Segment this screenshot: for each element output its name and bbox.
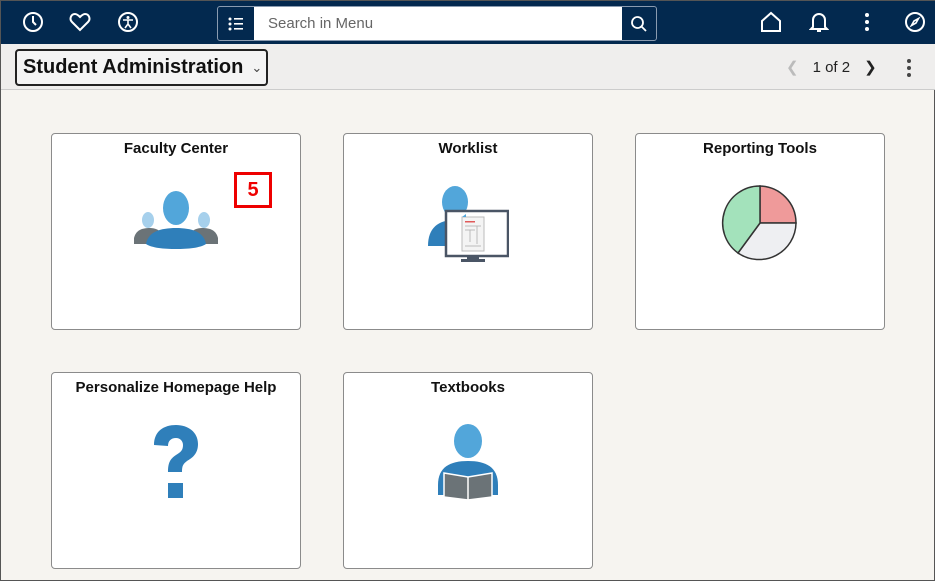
homepage-name: Student Administration <box>23 56 244 78</box>
actions-kebab-icon[interactable] <box>855 10 879 34</box>
navbar-compass-icon[interactable] <box>903 10 927 34</box>
worklist-computer-icon <box>428 186 509 262</box>
recent-places-clock-icon[interactable] <box>21 10 45 34</box>
tile-reporting-tools[interactable]: Reporting Tools <box>635 133 885 330</box>
search-icon <box>631 15 647 32</box>
navigator-menu-icon[interactable] <box>218 7 253 40</box>
homepage-header: Student Administration ⌄ ❮ 1 of 2 ❯ <box>1 44 935 90</box>
next-page-icon[interactable]: ❯ <box>864 58 877 76</box>
previous-page-icon[interactable]: ❮ <box>786 58 799 76</box>
top-navbar <box>1 1 935 44</box>
page-options-kebab-icon[interactable] <box>906 58 920 78</box>
tile-title: Textbooks <box>431 379 505 396</box>
tile-title: Personalize Homepage Help <box>75 379 277 396</box>
search-button[interactable] <box>622 7 656 40</box>
tile-personalize-homepage-help[interactable]: Personalize Homepage Help <box>51 372 301 569</box>
tile-worklist[interactable]: Worklist <box>343 133 593 330</box>
question-mark-icon <box>154 425 198 498</box>
homepage-selector-dropdown[interactable]: Student Administration ⌄ <box>15 49 268 86</box>
tile-faculty-center[interactable]: Faculty Center 5 <box>51 133 301 330</box>
search-bar <box>217 6 657 41</box>
pie-chart-icon <box>721 185 797 261</box>
tile-title: Worklist <box>438 140 498 157</box>
tile-title: Reporting Tools <box>703 140 817 157</box>
chevron-down-icon: ⌄ <box>251 59 263 75</box>
home-icon[interactable] <box>759 10 783 34</box>
annotation-badge: 5 <box>234 172 272 208</box>
tile-textbooks[interactable]: Textbooks <box>343 372 593 569</box>
tile-title: Faculty Center <box>123 140 229 157</box>
favorites-heart-icon[interactable] <box>68 10 92 34</box>
page-pager: ❮ 1 of 2 ❯ <box>786 58 877 77</box>
notifications-bell-icon[interactable] <box>807 10 831 34</box>
accessibility-icon[interactable] <box>116 10 140 34</box>
faculty-group-icon <box>134 191 218 249</box>
reader-book-icon <box>438 424 498 501</box>
page-indicator: 1 of 2 <box>812 58 851 76</box>
search-input[interactable] <box>254 7 622 40</box>
